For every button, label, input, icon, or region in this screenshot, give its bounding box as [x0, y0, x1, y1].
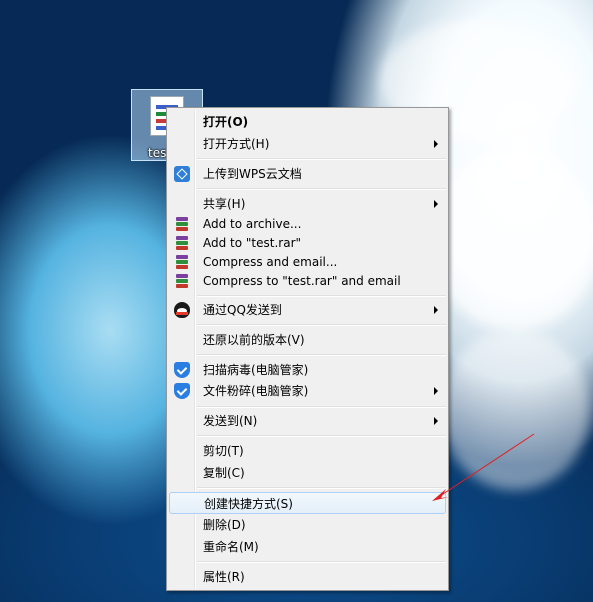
desktop-wallpaper: test 打开(O) 打开方式(H) 上传到WPS云文档 共享(H) Add t…: [0, 0, 593, 602]
annotation-arrow-head: [432, 489, 449, 501]
annotation-arrow-line: [439, 433, 535, 497]
annotation-arrow: [432, 433, 535, 501]
